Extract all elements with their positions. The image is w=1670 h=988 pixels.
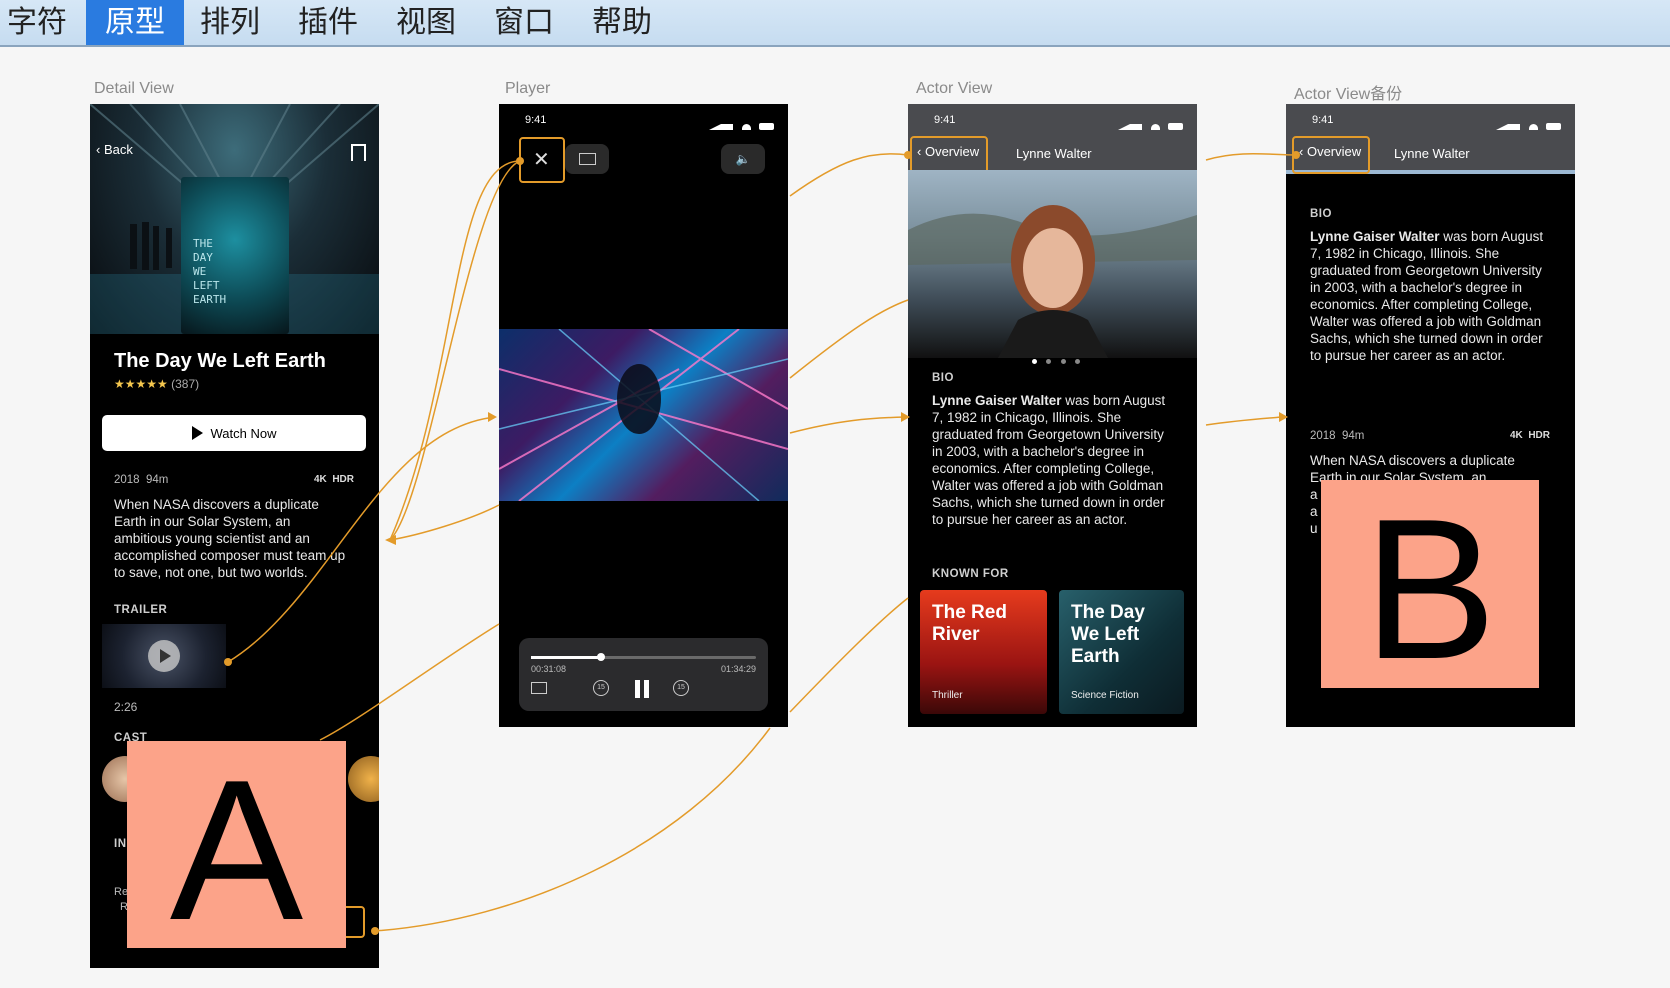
quality-badges: 4K HDR xyxy=(313,474,354,485)
menu-item-view[interactable]: 视图 xyxy=(380,0,472,45)
status-icons xyxy=(709,117,774,135)
movie-poster: THE DAY WE LEFT EARTH xyxy=(181,177,289,334)
movie-title: The Day We Left Earth xyxy=(114,350,326,372)
chevron-left-icon: ‹ xyxy=(96,142,101,157)
watch-now-button[interactable]: Watch Now xyxy=(102,415,366,451)
synopsis-line-5: u xyxy=(1310,521,1318,536)
quality-badges: 4K HDR xyxy=(1509,430,1550,441)
chevron-left-icon: ‹ xyxy=(917,144,922,159)
status-icons xyxy=(1496,117,1561,135)
battery-icon xyxy=(759,123,774,130)
movie-synopsis: When NASA discovers a duplicate Earth in… xyxy=(114,497,346,580)
player-screen[interactable]: 9:41 ✕ 🔈 00:31:08 01:34:29 15 15 xyxy=(499,104,788,727)
aspect-button[interactable] xyxy=(565,144,609,174)
frame-label-player[interactable]: Player xyxy=(505,80,550,98)
synopsis-line-4: a xyxy=(1310,504,1318,519)
remaining-time: 01:34:29 xyxy=(720,664,756,674)
battery-icon xyxy=(1168,123,1183,130)
actor-nav-title: Lynne Walter xyxy=(1016,146,1092,161)
trailer-play-icon[interactable] xyxy=(148,640,180,672)
detail-row-re: Re xyxy=(114,886,129,898)
frame-label-actor[interactable]: Actor View xyxy=(916,80,992,98)
card-genre: Science Fiction xyxy=(1071,690,1139,701)
bio-text: Lynne Gaiser Walter was born August 7, 1… xyxy=(932,393,1166,527)
signal-icon xyxy=(709,118,734,130)
cast-avatar-2[interactable] xyxy=(348,756,379,802)
rating: ★★★★★ (387) xyxy=(114,377,200,391)
menu-item-character[interactable]: 字符 xyxy=(0,0,74,45)
bio-heading: BIO xyxy=(932,372,954,384)
overview-label[interactable]: ‹ Overview xyxy=(1299,144,1361,159)
progress-fill xyxy=(531,656,601,659)
movie-meta: 2018 94m 4K HDR xyxy=(1310,430,1550,442)
known-for-heading: KNOWN FOR xyxy=(932,568,1009,580)
card-genre: Thriller xyxy=(932,690,963,701)
status-time: 9:41 xyxy=(1312,114,1334,126)
wifi-icon xyxy=(1150,124,1160,130)
overlay-marker-a: A xyxy=(127,741,346,961)
trailer-heading: TRAILER xyxy=(114,604,168,616)
pause-icon[interactable] xyxy=(635,680,649,698)
known-for-card-red-river[interactable]: The Red River Thriller xyxy=(920,590,1047,714)
poster-title: THE DAY WE LEFT EARTH xyxy=(193,237,227,306)
card-title: The Day We Left Earth xyxy=(1071,602,1145,667)
skip-back-icon[interactable]: 15 xyxy=(593,680,609,696)
back-button[interactable]: ‹ Back xyxy=(96,142,133,157)
menu-bar: 字符 原型 排列 插件 视图 窗口 帮助 xyxy=(0,0,1670,47)
aspect-icon xyxy=(579,153,596,165)
menu-item-window[interactable]: 窗口 xyxy=(478,0,570,45)
known-for-card-day-we-left-earth[interactable]: The Day We Left Earth Science Fiction xyxy=(1059,590,1184,714)
speaker-icon: 🔈 xyxy=(735,152,751,166)
frame-label-detail[interactable]: Detail View xyxy=(94,80,174,98)
menu-item-help[interactable]: 帮助 xyxy=(576,0,668,45)
close-icon[interactable]: ✕ xyxy=(533,147,550,172)
menu-item-plugins[interactable]: 插件 xyxy=(282,0,374,45)
play-icon xyxy=(191,426,203,440)
signal-icon xyxy=(1496,118,1521,130)
photo-page-dots[interactable] xyxy=(1032,351,1081,369)
actor-view-screen[interactable]: 9:41 ‹ Overview Lynne Walter BIO Lynne G… xyxy=(908,104,1197,727)
synopsis-line-1: When NASA discovers a duplicate xyxy=(1310,453,1515,468)
skip-forward-icon[interactable]: 15 xyxy=(673,680,689,696)
airplay-icon[interactable] xyxy=(531,682,547,694)
menu-item-prototype[interactable]: 原型 xyxy=(86,0,184,45)
battery-icon xyxy=(1546,123,1561,130)
chevron-left-icon: ‹ xyxy=(1299,144,1304,159)
playback-controls: 00:31:08 01:34:29 15 15 xyxy=(519,638,768,711)
menu-item-arrange[interactable]: 排列 xyxy=(184,0,276,45)
bookmark-icon[interactable] xyxy=(351,144,366,161)
actor-photo xyxy=(908,170,1197,358)
elapsed-time: 00:31:08 xyxy=(531,664,567,674)
status-icons xyxy=(1118,117,1183,135)
in-heading: IN xyxy=(114,838,127,850)
movie-meta: 2018 94m 4K HDR xyxy=(114,474,354,486)
frame-label-actor-copy[interactable]: Actor View备份 xyxy=(1294,80,1402,104)
progress-track[interactable] xyxy=(531,653,756,661)
bio-text: Lynne Gaiser Walter was born August 7, 1… xyxy=(1310,229,1544,363)
video-frame[interactable] xyxy=(499,329,788,501)
signal-icon xyxy=(1118,118,1143,130)
trailer-duration: 2:26 xyxy=(114,700,138,714)
status-time: 9:41 xyxy=(525,114,547,126)
status-time: 9:41 xyxy=(934,114,956,126)
trailer-thumbnail[interactable] xyxy=(102,624,226,688)
star-rating-icon: ★★★★★ xyxy=(114,377,168,391)
progress-handle[interactable] xyxy=(596,653,605,661)
synopsis-line-3: a xyxy=(1310,487,1318,502)
overview-label[interactable]: ‹ Overview xyxy=(917,144,979,159)
wifi-icon xyxy=(741,124,751,130)
overlay-marker-b: B xyxy=(1321,480,1539,700)
wifi-icon xyxy=(1528,124,1538,130)
bio-heading: BIO xyxy=(1310,208,1332,220)
actor-nav-title: Lynne Walter xyxy=(1394,146,1470,161)
card-title: The Red River xyxy=(932,602,1007,645)
volume-button[interactable]: 🔈 xyxy=(721,144,765,174)
